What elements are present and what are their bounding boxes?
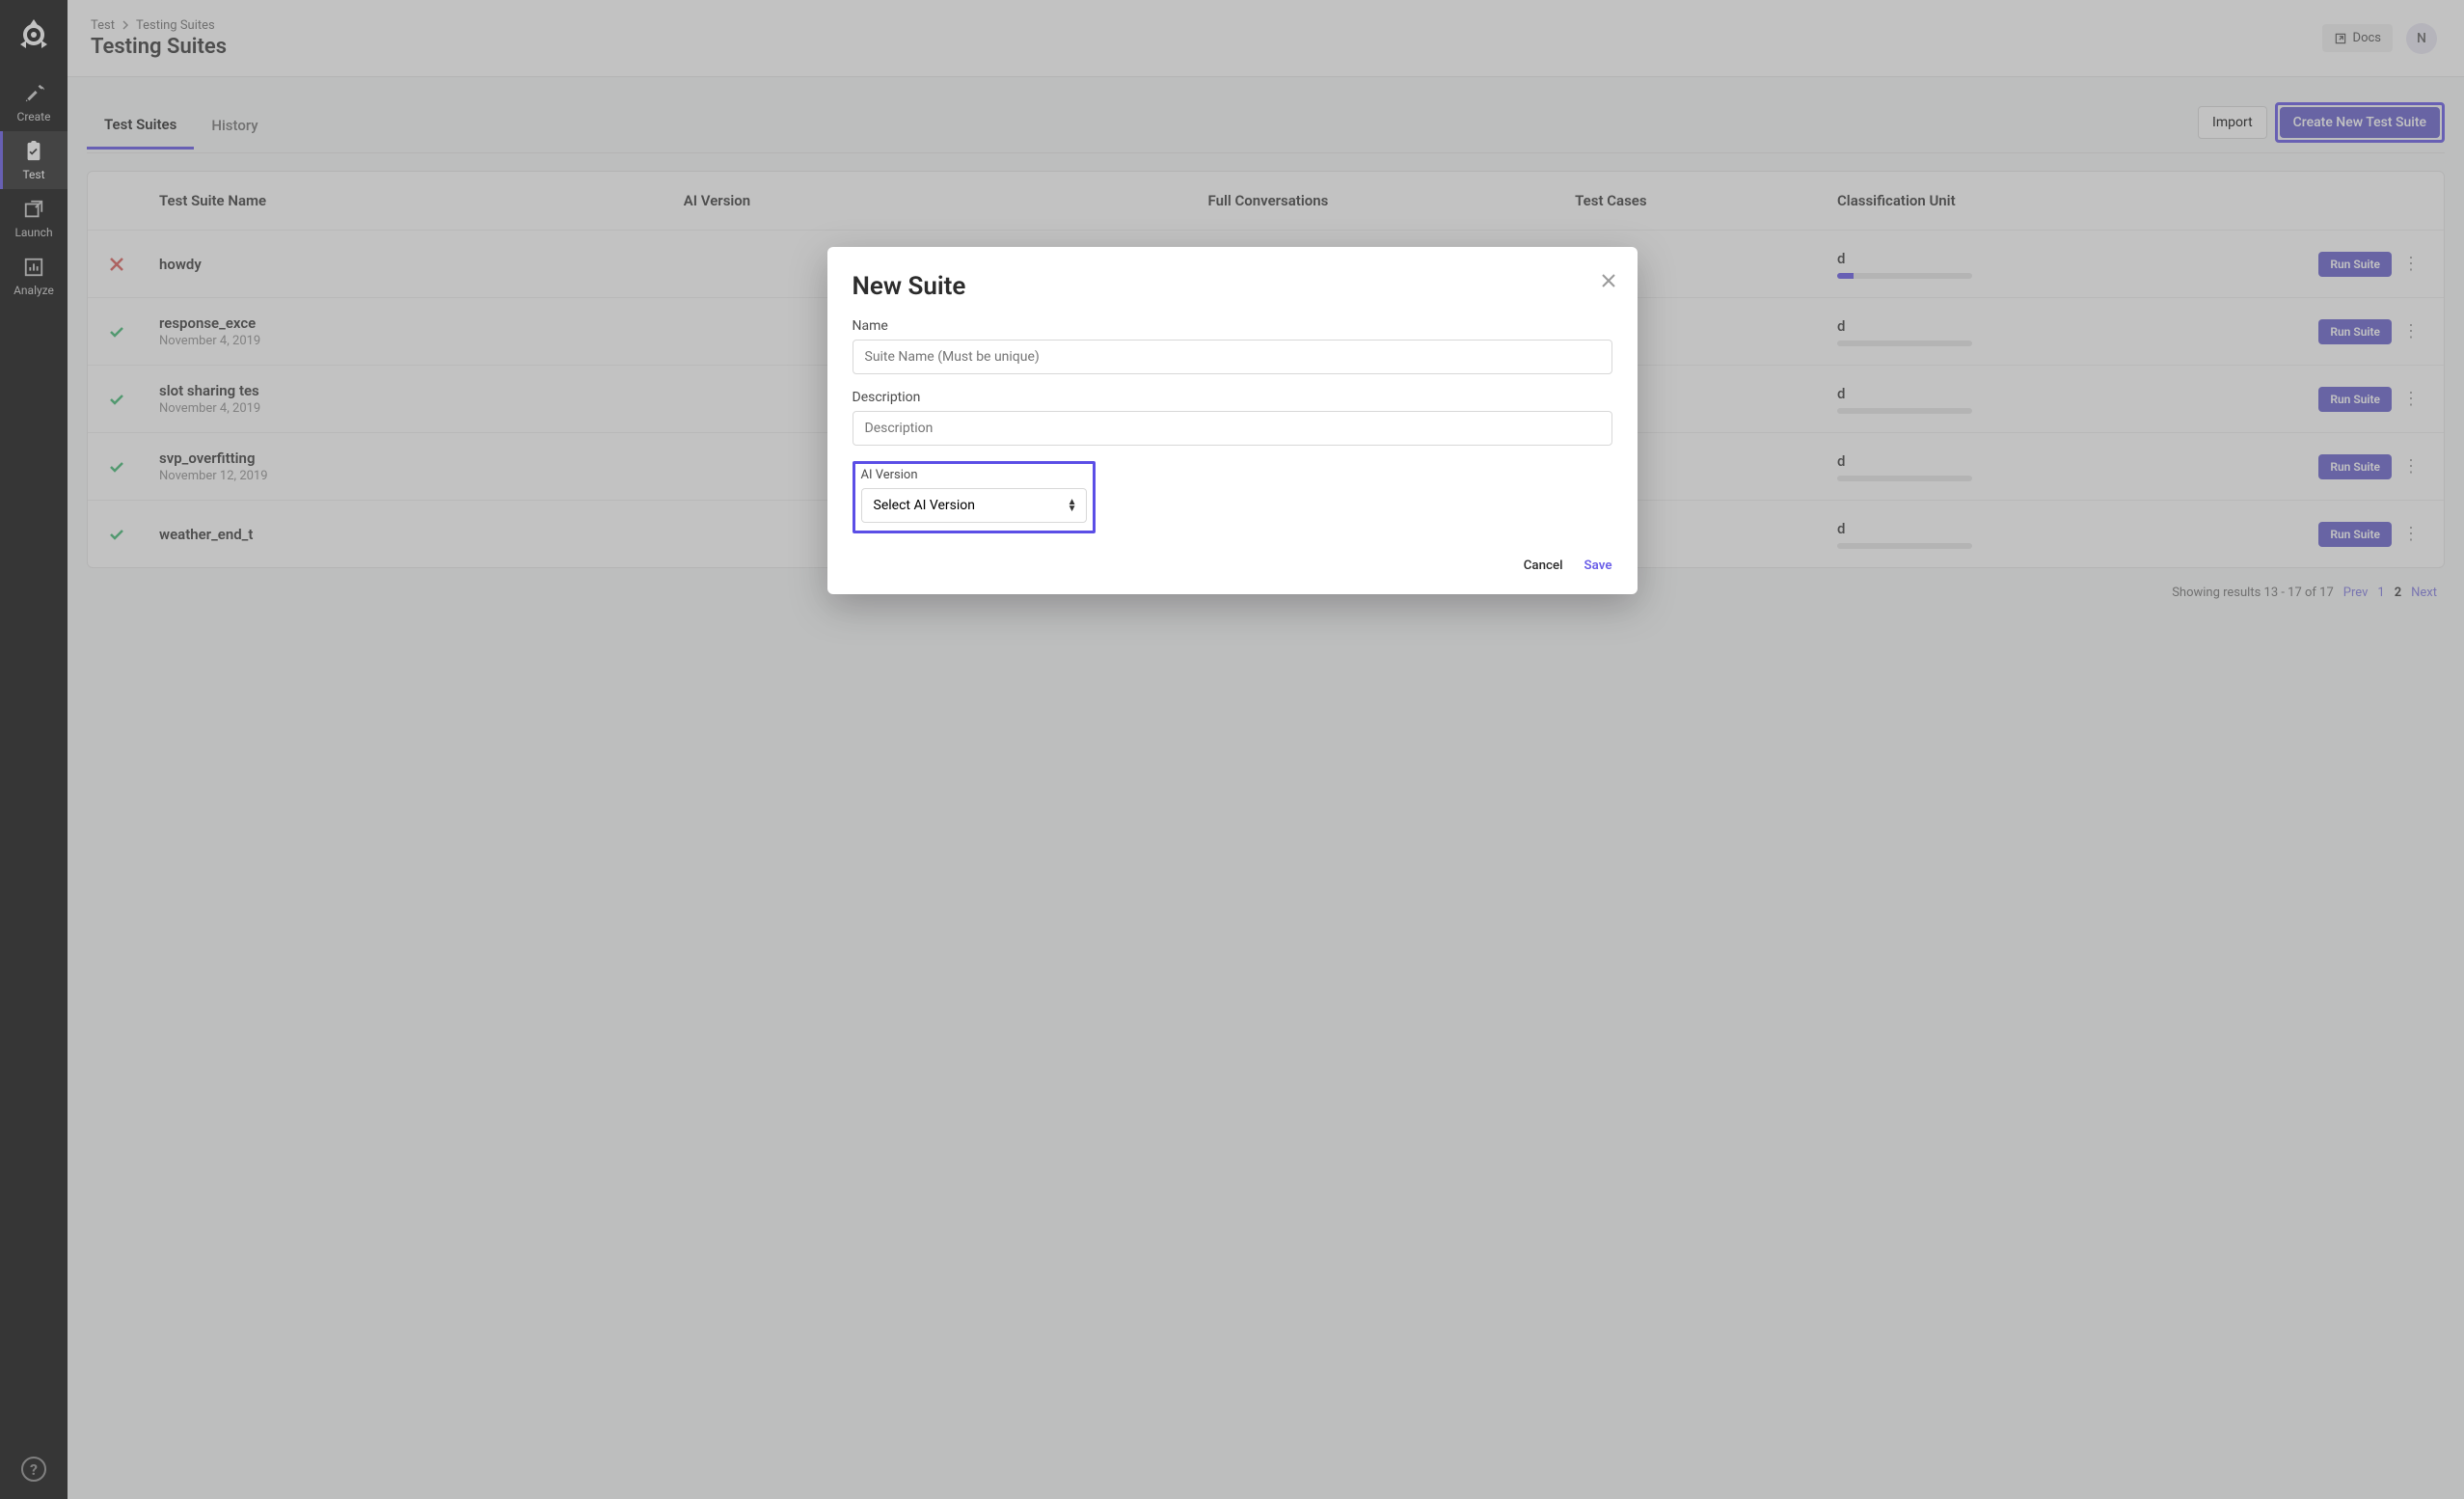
description-label: Description — [853, 390, 1612, 405]
ai-version-label: AI Version — [861, 468, 1087, 482]
cancel-button[interactable]: Cancel — [1524, 559, 1563, 573]
close-button[interactable] — [1601, 270, 1616, 293]
close-icon — [1601, 273, 1616, 288]
ai-version-highlight: AI Version Select AI Version ▲▼ — [853, 461, 1096, 533]
save-button[interactable]: Save — [1584, 559, 1612, 573]
new-suite-modal: New Suite Name Description AI Version Se… — [827, 247, 1638, 594]
modal-overlay[interactable]: New Suite Name Description AI Version Se… — [0, 0, 2464, 1499]
description-input[interactable] — [853, 411, 1612, 446]
modal-title: New Suite — [853, 272, 1612, 301]
ai-version-select[interactable]: Select AI Version — [861, 488, 1087, 523]
suite-name-input[interactable] — [853, 340, 1612, 374]
name-label: Name — [853, 318, 1612, 334]
